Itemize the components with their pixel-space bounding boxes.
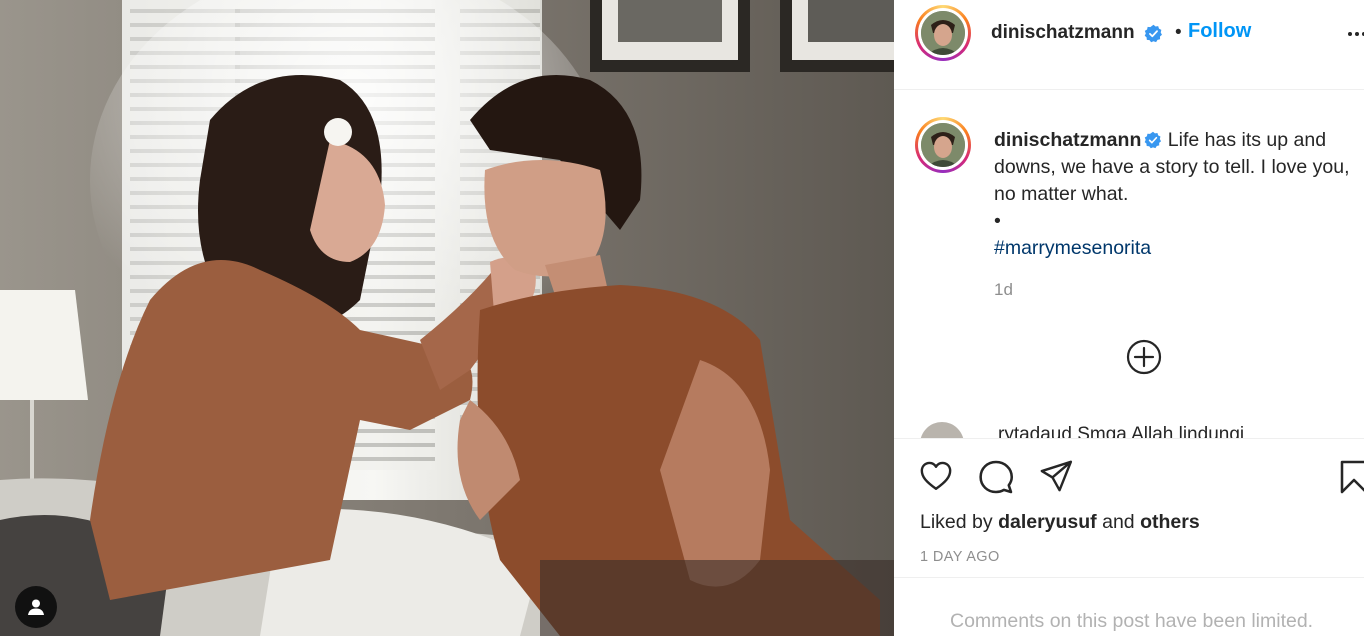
header-separator: •	[1175, 22, 1182, 43]
comment-icon[interactable]	[978, 459, 1014, 495]
comment-item: rytadaud Smga Allah lindungi	[914, 422, 1364, 438]
follow-button[interactable]: Follow	[1188, 20, 1251, 43]
caption-bullet: •	[994, 210, 1001, 232]
comment-box: Comments on this post have been limited.	[894, 577, 1364, 638]
avatar-image	[921, 11, 965, 55]
liked-by-prefix: Liked by	[920, 511, 993, 533]
author-username[interactable]: dinischatzmann	[991, 22, 1135, 44]
share-icon[interactable]	[1038, 459, 1074, 493]
plus-circle-icon[interactable]	[1126, 339, 1162, 375]
caption-author-avatar[interactable]	[915, 117, 971, 173]
comments-limited-notice: Comments on this post have been limited.	[950, 610, 1314, 632]
post-photo[interactable]	[0, 0, 894, 636]
comments-section: dinischatzmann Life has its up and downs…	[894, 90, 1364, 438]
caption-username[interactable]: dinischatzmann	[994, 129, 1141, 151]
post-date[interactable]: 1 DAY AGO	[920, 549, 1000, 565]
commenter-avatar[interactable]	[920, 422, 964, 438]
liked-by-user[interactable]: daleryusuf	[998, 511, 1097, 533]
heart-icon[interactable]	[918, 459, 954, 493]
liked-by-and: and	[1102, 511, 1135, 533]
post-photo-illustration	[0, 0, 894, 636]
likes-summary: Liked by daleryusuf and others	[920, 511, 1200, 534]
comment-text: rytadaud Smga Allah lindungi	[998, 424, 1245, 438]
hashtag-link[interactable]: #marrymesenorita	[994, 237, 1151, 259]
tagged-people-button[interactable]	[15, 586, 57, 628]
post-side-panel: dinischatzmann • Follow dinischatzmann L…	[894, 0, 1364, 636]
verified-badge-icon	[1144, 24, 1162, 43]
post-header: dinischatzmann • Follow	[894, 0, 1364, 90]
post-caption: dinischatzmann Life has its up and downs…	[994, 127, 1354, 262]
post-actions: Liked by daleryusuf and others 1 DAY AGO…	[894, 438, 1364, 637]
author-avatar[interactable]	[915, 5, 971, 61]
caption-time[interactable]: 1d	[994, 280, 1013, 300]
more-options-icon[interactable]	[1348, 32, 1364, 36]
liked-by-others[interactable]: others	[1140, 511, 1200, 533]
verified-badge-icon	[1145, 131, 1162, 149]
avatar-image	[921, 123, 965, 167]
bookmark-icon[interactable]	[1339, 459, 1364, 495]
person-icon	[28, 599, 44, 615]
